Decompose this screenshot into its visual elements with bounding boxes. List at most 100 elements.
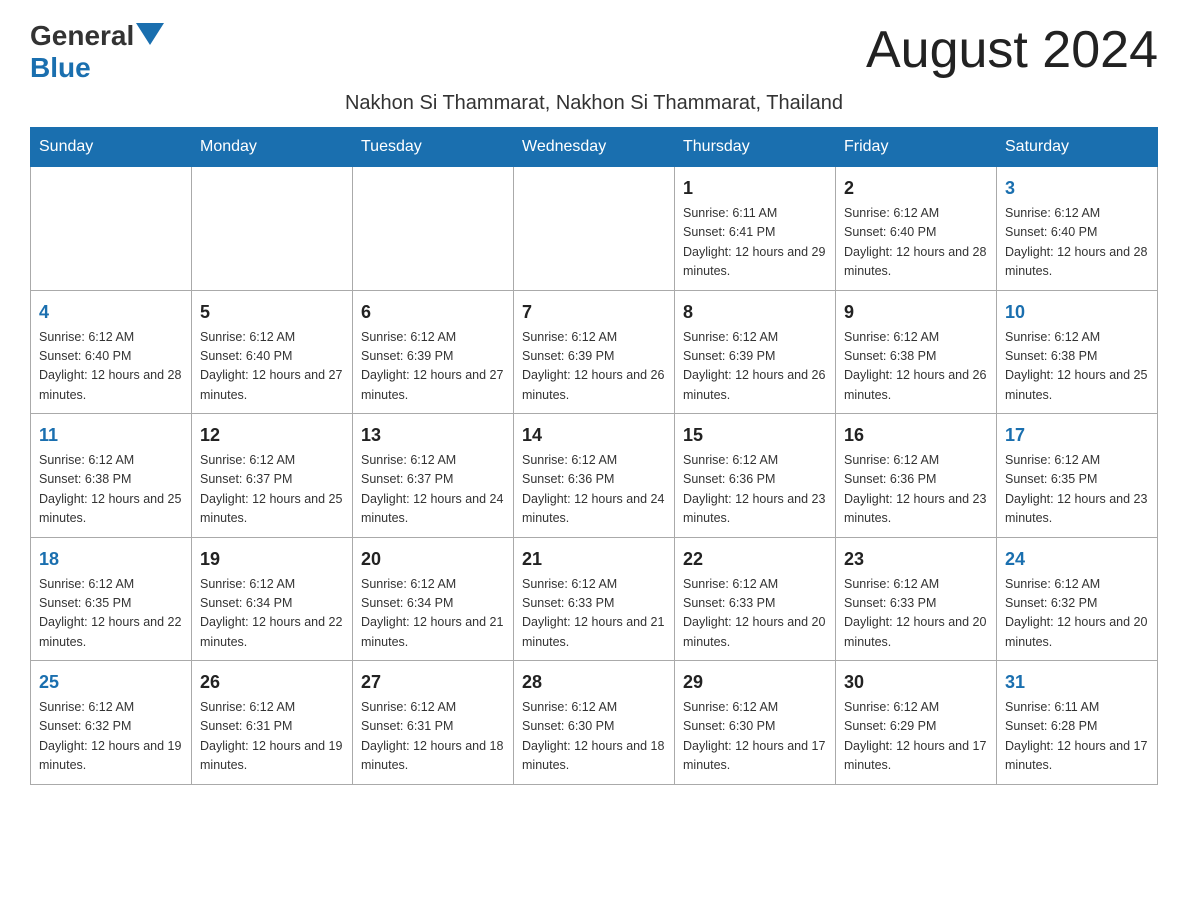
day-info: Sunrise: 6:12 AMSunset: 6:34 PMDaylight:… (361, 575, 505, 653)
header-sunday: Sunday (31, 128, 192, 167)
logo-general: General (30, 20, 134, 52)
table-row: 28Sunrise: 6:12 AMSunset: 6:30 PMDayligh… (514, 661, 675, 785)
day-info: Sunrise: 6:12 AMSunset: 6:29 PMDaylight:… (844, 698, 988, 776)
table-row: 31Sunrise: 6:11 AMSunset: 6:28 PMDayligh… (997, 661, 1158, 785)
week-row-5: 25Sunrise: 6:12 AMSunset: 6:32 PMDayligh… (31, 661, 1158, 785)
week-row-4: 18Sunrise: 6:12 AMSunset: 6:35 PMDayligh… (31, 537, 1158, 661)
day-info: Sunrise: 6:12 AMSunset: 6:35 PMDaylight:… (1005, 451, 1149, 529)
day-number: 27 (361, 669, 505, 696)
day-number: 22 (683, 546, 827, 573)
day-number: 26 (200, 669, 344, 696)
page-header: General Blue August 2024 (30, 20, 1158, 84)
table-row: 12Sunrise: 6:12 AMSunset: 6:37 PMDayligh… (192, 414, 353, 538)
day-info: Sunrise: 6:12 AMSunset: 6:36 PMDaylight:… (683, 451, 827, 529)
table-row: 19Sunrise: 6:12 AMSunset: 6:34 PMDayligh… (192, 537, 353, 661)
table-row: 14Sunrise: 6:12 AMSunset: 6:36 PMDayligh… (514, 414, 675, 538)
day-info: Sunrise: 6:12 AMSunset: 6:40 PMDaylight:… (200, 328, 344, 406)
table-row: 2Sunrise: 6:12 AMSunset: 6:40 PMDaylight… (836, 167, 997, 291)
day-info: Sunrise: 6:11 AMSunset: 6:41 PMDaylight:… (683, 204, 827, 282)
header-wednesday: Wednesday (514, 128, 675, 167)
day-info: Sunrise: 6:12 AMSunset: 6:33 PMDaylight:… (683, 575, 827, 653)
table-row: 20Sunrise: 6:12 AMSunset: 6:34 PMDayligh… (353, 537, 514, 661)
day-number: 11 (39, 422, 183, 449)
day-number: 3 (1005, 175, 1149, 202)
day-info: Sunrise: 6:12 AMSunset: 6:37 PMDaylight:… (200, 451, 344, 529)
day-info: Sunrise: 6:12 AMSunset: 6:40 PMDaylight:… (1005, 204, 1149, 282)
day-number: 28 (522, 669, 666, 696)
day-info: Sunrise: 6:12 AMSunset: 6:30 PMDaylight:… (522, 698, 666, 776)
header-friday: Friday (836, 128, 997, 167)
calendar-table: SundayMondayTuesdayWednesdayThursdayFrid… (30, 127, 1158, 785)
table-row: 23Sunrise: 6:12 AMSunset: 6:33 PMDayligh… (836, 537, 997, 661)
day-number: 6 (361, 299, 505, 326)
day-number: 31 (1005, 669, 1149, 696)
table-row: 30Sunrise: 6:12 AMSunset: 6:29 PMDayligh… (836, 661, 997, 785)
week-row-3: 11Sunrise: 6:12 AMSunset: 6:38 PMDayligh… (31, 414, 1158, 538)
day-number: 29 (683, 669, 827, 696)
day-number: 23 (844, 546, 988, 573)
header-tuesday: Tuesday (353, 128, 514, 167)
day-info: Sunrise: 6:12 AMSunset: 6:30 PMDaylight:… (683, 698, 827, 776)
calendar-header-row: SundayMondayTuesdayWednesdayThursdayFrid… (31, 128, 1158, 167)
day-number: 16 (844, 422, 988, 449)
day-number: 20 (361, 546, 505, 573)
logo-triangle-icon (136, 23, 164, 45)
table-row: 26Sunrise: 6:12 AMSunset: 6:31 PMDayligh… (192, 661, 353, 785)
day-info: Sunrise: 6:12 AMSunset: 6:32 PMDaylight:… (1005, 575, 1149, 653)
day-info: Sunrise: 6:12 AMSunset: 6:37 PMDaylight:… (361, 451, 505, 529)
day-info: Sunrise: 6:12 AMSunset: 6:40 PMDaylight:… (844, 204, 988, 282)
day-number: 9 (844, 299, 988, 326)
table-row: 5Sunrise: 6:12 AMSunset: 6:40 PMDaylight… (192, 290, 353, 414)
table-row: 7Sunrise: 6:12 AMSunset: 6:39 PMDaylight… (514, 290, 675, 414)
table-row (192, 167, 353, 291)
day-info: Sunrise: 6:12 AMSunset: 6:33 PMDaylight:… (522, 575, 666, 653)
day-number: 2 (844, 175, 988, 202)
table-row: 9Sunrise: 6:12 AMSunset: 6:38 PMDaylight… (836, 290, 997, 414)
day-info: Sunrise: 6:12 AMSunset: 6:38 PMDaylight:… (1005, 328, 1149, 406)
day-number: 21 (522, 546, 666, 573)
table-row: 10Sunrise: 6:12 AMSunset: 6:38 PMDayligh… (997, 290, 1158, 414)
logo: General Blue (30, 20, 164, 84)
day-info: Sunrise: 6:12 AMSunset: 6:31 PMDaylight:… (361, 698, 505, 776)
day-number: 8 (683, 299, 827, 326)
day-info: Sunrise: 6:12 AMSunset: 6:38 PMDaylight:… (844, 328, 988, 406)
day-info: Sunrise: 6:12 AMSunset: 6:38 PMDaylight:… (39, 451, 183, 529)
table-row (31, 167, 192, 291)
header-saturday: Saturday (997, 128, 1158, 167)
table-row: 21Sunrise: 6:12 AMSunset: 6:33 PMDayligh… (514, 537, 675, 661)
day-number: 13 (361, 422, 505, 449)
table-row: 25Sunrise: 6:12 AMSunset: 6:32 PMDayligh… (31, 661, 192, 785)
day-info: Sunrise: 6:12 AMSunset: 6:39 PMDaylight:… (683, 328, 827, 406)
day-info: Sunrise: 6:12 AMSunset: 6:39 PMDaylight:… (361, 328, 505, 406)
day-info: Sunrise: 6:12 AMSunset: 6:33 PMDaylight:… (844, 575, 988, 653)
logo-blue: Blue (30, 52, 91, 83)
day-info: Sunrise: 6:12 AMSunset: 6:39 PMDaylight:… (522, 328, 666, 406)
table-row: 15Sunrise: 6:12 AMSunset: 6:36 PMDayligh… (675, 414, 836, 538)
week-row-2: 4Sunrise: 6:12 AMSunset: 6:40 PMDaylight… (31, 290, 1158, 414)
table-row: 8Sunrise: 6:12 AMSunset: 6:39 PMDaylight… (675, 290, 836, 414)
day-number: 7 (522, 299, 666, 326)
day-info: Sunrise: 6:12 AMSunset: 6:40 PMDaylight:… (39, 328, 183, 406)
table-row: 6Sunrise: 6:12 AMSunset: 6:39 PMDaylight… (353, 290, 514, 414)
table-row: 29Sunrise: 6:12 AMSunset: 6:30 PMDayligh… (675, 661, 836, 785)
day-info: Sunrise: 6:12 AMSunset: 6:36 PMDaylight:… (844, 451, 988, 529)
table-row: 13Sunrise: 6:12 AMSunset: 6:37 PMDayligh… (353, 414, 514, 538)
table-row: 4Sunrise: 6:12 AMSunset: 6:40 PMDaylight… (31, 290, 192, 414)
day-number: 17 (1005, 422, 1149, 449)
day-number: 24 (1005, 546, 1149, 573)
day-info: Sunrise: 6:12 AMSunset: 6:35 PMDaylight:… (39, 575, 183, 653)
table-row: 22Sunrise: 6:12 AMSunset: 6:33 PMDayligh… (675, 537, 836, 661)
day-number: 30 (844, 669, 988, 696)
day-info: Sunrise: 6:12 AMSunset: 6:32 PMDaylight:… (39, 698, 183, 776)
day-number: 18 (39, 546, 183, 573)
day-number: 5 (200, 299, 344, 326)
table-row: 18Sunrise: 6:12 AMSunset: 6:35 PMDayligh… (31, 537, 192, 661)
table-row: 11Sunrise: 6:12 AMSunset: 6:38 PMDayligh… (31, 414, 192, 538)
day-number: 14 (522, 422, 666, 449)
day-number: 25 (39, 669, 183, 696)
table-row: 3Sunrise: 6:12 AMSunset: 6:40 PMDaylight… (997, 167, 1158, 291)
header-thursday: Thursday (675, 128, 836, 167)
table-row (353, 167, 514, 291)
week-row-1: 1Sunrise: 6:11 AMSunset: 6:41 PMDaylight… (31, 167, 1158, 291)
location-title: Nakhon Si Thammarat, Nakhon Si Thammarat… (30, 92, 1158, 115)
